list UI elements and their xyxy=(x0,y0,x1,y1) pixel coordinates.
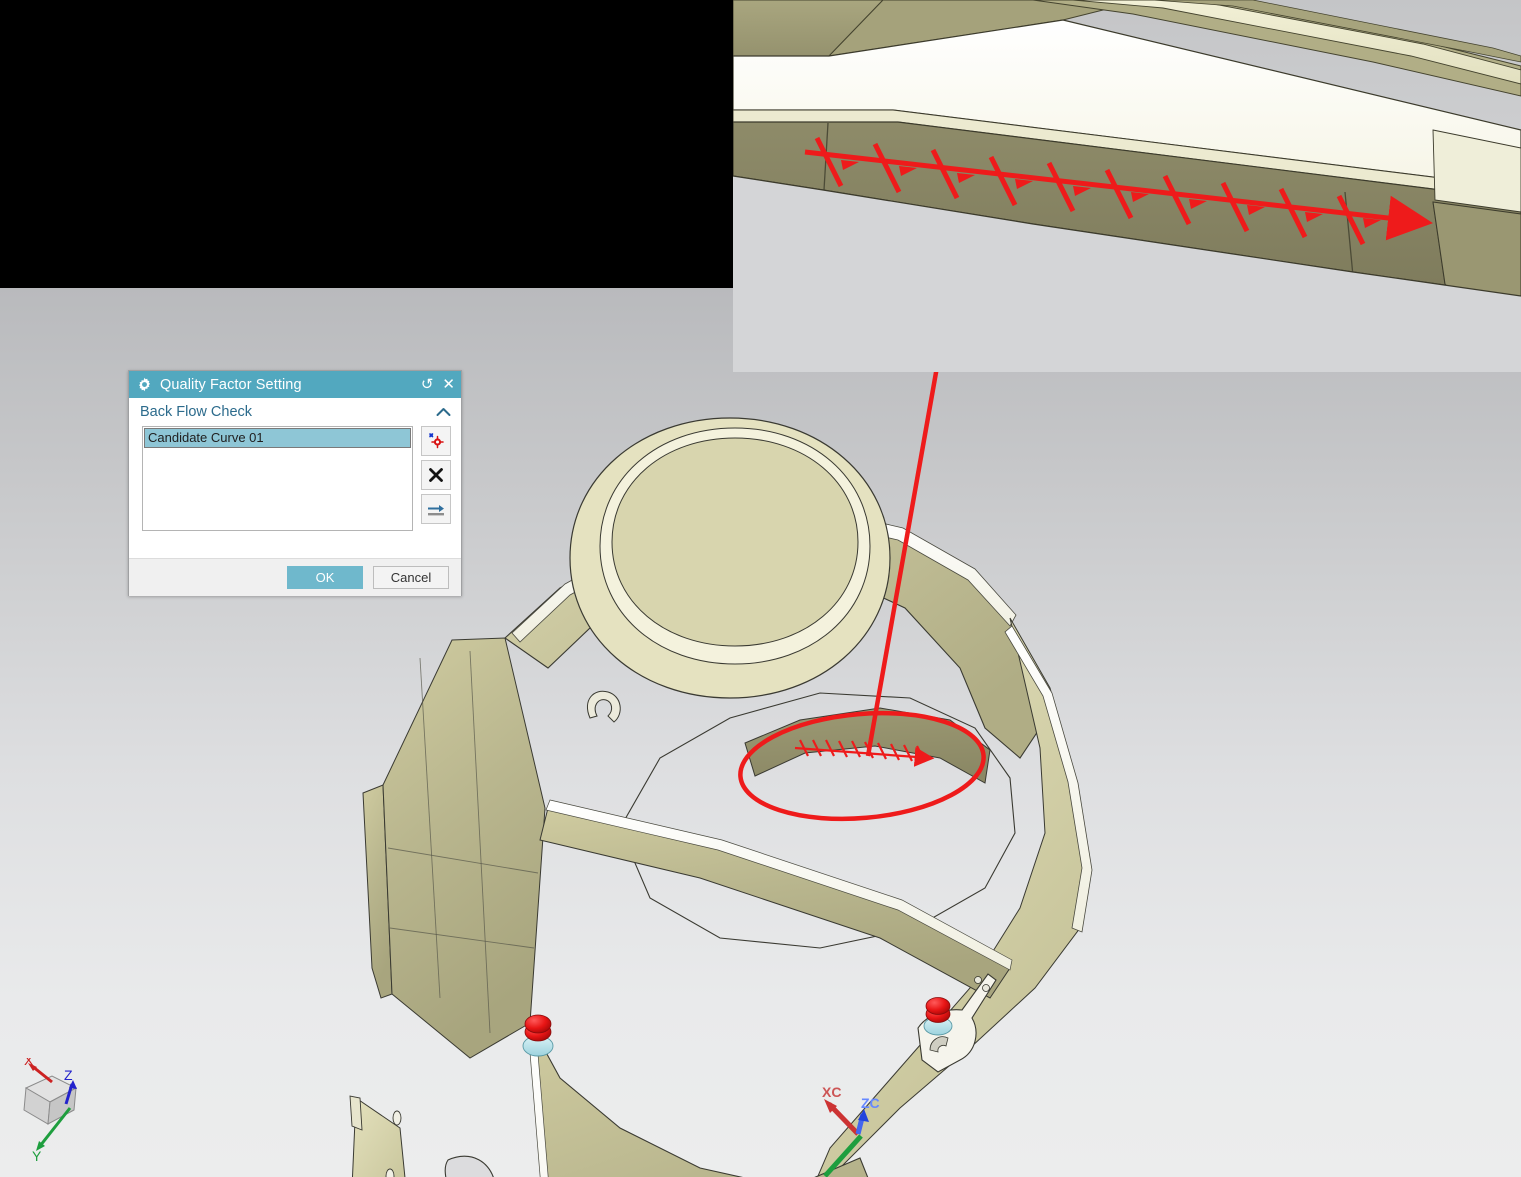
gear-icon xyxy=(137,377,152,392)
cad-application-window: Quality Factor Setting ↺ ✕ Back Flow Che… xyxy=(0,0,1521,1177)
blank-black-region xyxy=(0,0,733,288)
close-x-icon xyxy=(429,468,443,482)
axis-label-x: X xyxy=(24,1058,34,1068)
dialog-footer: OK Cancel xyxy=(129,559,461,596)
list-side-buttons xyxy=(421,426,453,531)
dialog-titlebar[interactable]: Quality Factor Setting ↺ ✕ xyxy=(129,371,461,398)
axis-label-xc: XC xyxy=(822,1084,841,1100)
close-icon[interactable]: ✕ xyxy=(442,377,455,392)
list-item[interactable]: Candidate Curve 01 xyxy=(144,428,411,448)
reset-icon[interactable]: ↺ xyxy=(421,377,434,392)
zoom-detail-inset xyxy=(733,0,1521,372)
candidate-curve-list[interactable]: Candidate Curve 01 xyxy=(142,426,413,531)
dialog-body: Back Flow Check Candidate Curve 01 xyxy=(129,398,461,559)
quality-factor-setting-dialog[interactable]: Quality Factor Setting ↺ ✕ Back Flow Che… xyxy=(128,370,462,596)
dialog-title: Quality Factor Setting xyxy=(160,376,302,393)
axis-label-z: Z xyxy=(64,1067,73,1083)
view-orientation-cube[interactable]: X Z Y xyxy=(14,1052,110,1164)
wcs-triad[interactable]: XC ZC xyxy=(795,1072,905,1177)
axis-label-y: Y xyxy=(32,1148,42,1164)
inset-detail-render xyxy=(733,0,1521,372)
select-point-button[interactable] xyxy=(421,426,451,456)
curve-list-row: Candidate Curve 01 xyxy=(129,426,461,531)
section-title: Back Flow Check xyxy=(140,404,253,420)
axis-label-zc: ZC xyxy=(861,1095,880,1111)
point-select-icon xyxy=(429,433,444,449)
selection-pin-left xyxy=(522,1014,554,1057)
chevron-up-icon[interactable] xyxy=(436,404,451,420)
ok-button[interactable]: OK xyxy=(287,566,363,589)
selection-pin-right xyxy=(923,997,953,1036)
reverse-direction-icon xyxy=(428,505,444,516)
cancel-button[interactable]: Cancel xyxy=(373,566,449,589)
delete-button[interactable] xyxy=(421,460,451,490)
reverse-direction-button[interactable] xyxy=(421,494,451,524)
back-flow-check-section-header[interactable]: Back Flow Check xyxy=(129,398,461,426)
